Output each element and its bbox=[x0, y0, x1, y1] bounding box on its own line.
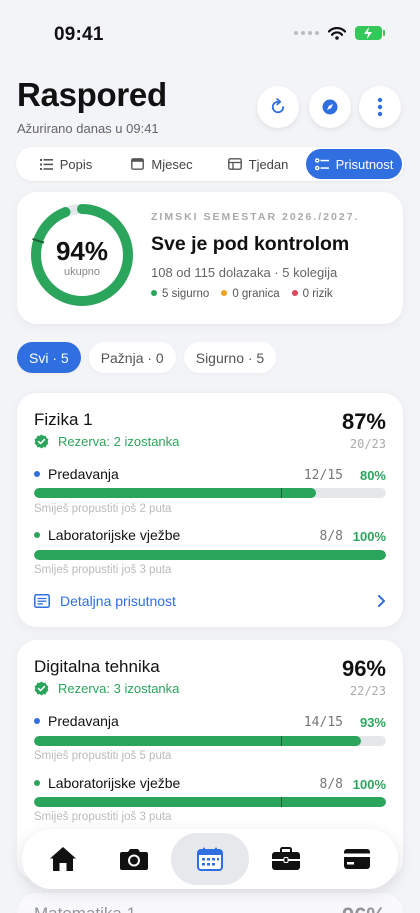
signal-icon bbox=[294, 31, 319, 35]
legend-safe: 5 sigurno bbox=[151, 288, 209, 300]
row-percent: 80% bbox=[359, 468, 386, 483]
view-tabs: Popis Mjesec Tjedan Prisutnost bbox=[16, 147, 404, 181]
course-name: Digitalna tehnika bbox=[34, 657, 160, 676]
row-note: Smiješ propustiti još 5 puta bbox=[34, 750, 172, 762]
row-count: 12/15 bbox=[303, 468, 343, 483]
course-percent: 96% bbox=[342, 903, 386, 913]
row-count: 8/8 bbox=[319, 777, 343, 792]
checklist-icon bbox=[314, 157, 329, 170]
tab-tjedan[interactable]: Tjedan bbox=[210, 149, 306, 179]
row-lectures: Predavanja bbox=[34, 466, 119, 482]
camera-icon bbox=[119, 849, 148, 870]
course-reserve: Rezerva: 2 izostanka bbox=[34, 434, 179, 449]
row-labs: Laboratorijske vježbe bbox=[34, 527, 180, 543]
calendar-icon bbox=[196, 847, 223, 871]
nav-camera[interactable] bbox=[101, 833, 167, 885]
more-vertical-icon bbox=[377, 97, 383, 117]
progress-bar bbox=[34, 797, 386, 807]
status-time: 09:41 bbox=[54, 24, 104, 45]
course-count: 20/23 bbox=[349, 437, 386, 451]
refresh-icon bbox=[271, 98, 285, 114]
calendar-month-icon bbox=[131, 158, 145, 170]
summary-headline: Sve je pod kontrolom bbox=[151, 233, 350, 255]
nav-briefcase[interactable] bbox=[253, 833, 319, 885]
progress-bar bbox=[34, 550, 386, 560]
chevron-right-icon[interactable] bbox=[377, 594, 386, 608]
row-note: Smiješ propustiti još 3 puta bbox=[34, 564, 172, 576]
tab-label: Tjedan bbox=[248, 156, 289, 172]
bottom-nav bbox=[22, 829, 398, 889]
row-lectures: Predavanja bbox=[34, 713, 119, 729]
home-icon bbox=[50, 847, 77, 871]
tab-label: Mjesec bbox=[151, 156, 193, 172]
filter-attention[interactable]: Pažnja · 0 bbox=[88, 342, 176, 373]
progress-bar bbox=[34, 488, 386, 498]
detail-attendance-link[interactable]: Detaljna prisutnost bbox=[34, 593, 176, 609]
wifi-icon bbox=[328, 26, 346, 40]
page-title: Raspored bbox=[17, 76, 167, 113]
course-reserve: Rezerva: 3 izostanka bbox=[34, 681, 179, 696]
summary-legend: 5 sigurno 0 granica 0 rizik bbox=[151, 288, 333, 300]
nav-calendar[interactable] bbox=[170, 833, 249, 885]
tab-label: Popis bbox=[59, 156, 93, 172]
briefcase-icon bbox=[272, 847, 301, 870]
document-icon bbox=[34, 594, 50, 608]
nav-card[interactable] bbox=[324, 833, 390, 885]
row-labs: Laboratorijske vježbe bbox=[34, 775, 180, 791]
overall-percent: 94% bbox=[55, 236, 109, 266]
filter-chips: Svi · 5 Pažnja · 0 Sigurno · 5 bbox=[17, 342, 277, 373]
course-count: 22/23 bbox=[349, 684, 386, 698]
row-percent: 100% bbox=[352, 777, 386, 792]
tab-popis[interactable]: Popis bbox=[18, 149, 114, 179]
row-count: 14/15 bbox=[303, 715, 343, 730]
legend-border: 0 granica bbox=[221, 288, 280, 300]
battery-icon bbox=[355, 26, 385, 40]
row-percent: 100% bbox=[352, 529, 386, 544]
legend-risk: 0 rizik bbox=[291, 288, 333, 300]
row-percent: 93% bbox=[359, 715, 386, 730]
row-count: 8/8 bbox=[319, 529, 343, 544]
check-badge-icon bbox=[34, 434, 49, 449]
tab-mjesec[interactable]: Mjesec bbox=[114, 149, 210, 179]
course-percent: 96% bbox=[341, 656, 386, 681]
course-name: Fizika 1 bbox=[34, 410, 93, 429]
course-percent: 87% bbox=[341, 409, 386, 434]
progress-bar bbox=[34, 736, 386, 746]
card-icon bbox=[343, 849, 370, 869]
filter-all[interactable]: Svi · 5 bbox=[17, 342, 81, 373]
row-note: Smiješ propustiti još 3 puta bbox=[34, 811, 172, 823]
tab-prisutnost[interactable]: Prisutnost bbox=[306, 149, 402, 179]
refresh-button[interactable] bbox=[257, 86, 299, 128]
compass-icon bbox=[322, 99, 338, 115]
check-badge-icon bbox=[34, 681, 49, 696]
nav-home[interactable] bbox=[30, 833, 96, 885]
more-button[interactable] bbox=[359, 86, 401, 128]
row-note: Smiješ propustiti još 2 puta bbox=[34, 503, 172, 515]
table-week-icon bbox=[227, 158, 242, 170]
navigate-button[interactable] bbox=[309, 86, 351, 128]
attendance-summary-card: 94% ukupno ZIMSKI SEMESTAR 2026./2027. S… bbox=[17, 192, 403, 324]
semester-label: ZIMSKI SEMESTAR 2026./2027. bbox=[151, 211, 360, 223]
status-icons bbox=[294, 26, 385, 40]
course-card[interactable]: Fizika 1 87% 20/23 Rezerva: 2 izostanka … bbox=[17, 393, 403, 627]
status-bar: 09:41 bbox=[0, 0, 420, 60]
overall-label: ukupno bbox=[63, 266, 101, 278]
course-name: Matematika 1 bbox=[34, 904, 136, 913]
filter-safe[interactable]: Sigurno · 5 bbox=[183, 342, 277, 373]
tab-label: Prisutnost bbox=[335, 156, 394, 172]
course-card[interactable]: Matematika 1 96% bbox=[17, 893, 403, 913]
summary-detail: 108 od 115 dolazaka · 5 kolegija bbox=[151, 265, 338, 280]
last-updated: Ažurirano danas u 09:41 bbox=[17, 121, 159, 136]
list-icon bbox=[39, 158, 53, 170]
